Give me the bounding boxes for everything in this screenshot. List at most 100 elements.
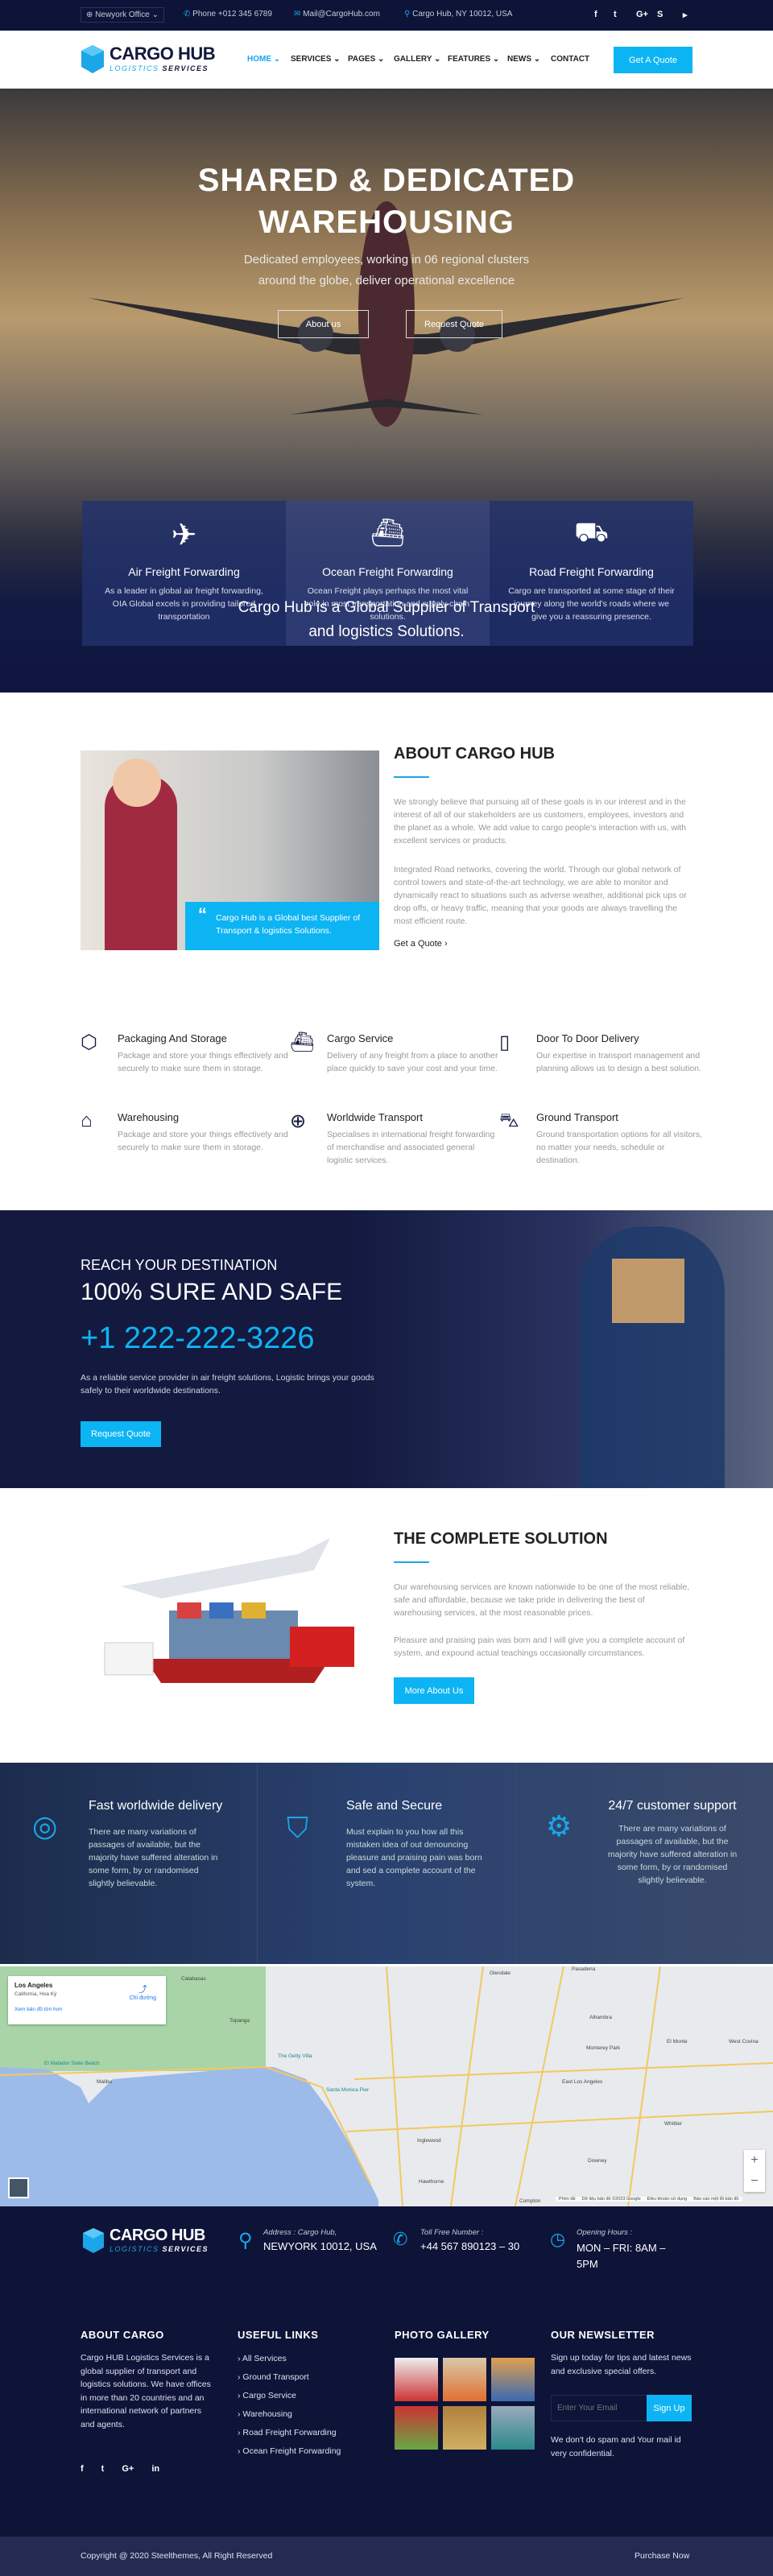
globe-icon: ◎ [32,1809,58,1842]
map-label: Alhambra [589,2015,612,2020]
youtube-icon[interactable]: ▸ [683,10,688,20]
map-label: Glendale [490,1970,511,1976]
footer-link[interactable]: › All Services [238,2350,341,2368]
twitter-icon[interactable]: t [614,10,617,19]
nav-contact[interactable]: CONTACT [551,55,589,64]
map-label: Inglewood [417,2138,441,2144]
request-quote-button[interactable]: Request Quote [406,310,502,338]
map-label: El Matador State Beach [44,2061,100,2066]
door-icon: ▯ [499,1032,511,1053]
map-info-card: Los Angeles California, Hoa Kỳ Xem bản đ… [8,1976,166,2024]
mail-icon: ✉ [294,10,301,19]
footer-link[interactable]: › Ground Transport [238,2368,341,2387]
footer-social: f t G+ in [81,2464,159,2474]
zoom-controls: + − [744,2150,765,2192]
tagline-line-1: Cargo Hub is a Global Supplier of Transp… [238,599,535,616]
about-us-button[interactable]: About us [278,310,369,338]
map-attribution: Phím tắt Dữ liệu bản đồ ©2023 Google Điều … [556,2197,742,2202]
footer-logo[interactable]: CARGO HUB LOGISTICS SERVICES [82,2227,209,2254]
cube-logo-icon [83,2228,104,2253]
request-quote-button-2[interactable]: Request Quote [81,1421,161,1447]
warehouse-icon: ⌂ [81,1110,93,1131]
parcel-box [612,1259,684,1323]
office-selector[interactable]: ⊕ Newyork Office ⌄ [81,7,164,23]
nav-news[interactable]: NEWS ⌄ [507,55,540,64]
feature-cargo-service: ⛴ Cargo Service Delivery of any freight fr… [290,1032,498,1073]
solution-text: THE COMPLETE SOLUTION Our warehousing se… [394,1530,693,1704]
sign-up-button[interactable]: Sign Up [647,2395,692,2421]
reach-phone[interactable]: +1 222-222-3226 [81,1321,315,1356]
facebook-icon[interactable]: f [81,2464,84,2474]
gallery-thumb[interactable] [443,2358,486,2401]
google-map[interactable]: Calabasas Topanga Malibu El Matador State B… [0,1966,773,2206]
gallery-thumb[interactable] [443,2406,486,2450]
support-icon: ⚙ [546,1809,573,1842]
nav-home[interactable]: HOME ⌄ [247,55,280,64]
google-plus-icon[interactable]: G+ [122,2464,134,2474]
worker-photo: “ Cargo Hub is a Global best Supplier of… [81,750,379,950]
box-icon: ⬡ [81,1032,97,1053]
map-label: Santa Monica Pier [326,2087,370,2093]
about-title: ABOUT CARGO HUB [394,745,555,763]
directions-icon: ⤴ [138,1985,147,1995]
map-label: East Los Angeles [562,2079,603,2085]
zoom-in-button[interactable]: + [744,2150,765,2171]
main-header: CARGO HUB LOGISTICS SERVICES HOME ⌄ SERVI… [0,31,773,89]
hero-subtitle-2: around the globe, deliver operational ex… [258,274,515,287]
zoom-out-button[interactable]: − [744,2171,765,2192]
twitter-icon[interactable]: t [101,2464,105,2474]
skype-icon[interactable]: S [657,10,663,19]
nav-features[interactable]: FEATURES ⌄ [448,55,499,64]
map-label: Calabasas [181,1976,206,1982]
footer-link[interactable]: › Ocean Freight Forwarding [238,2442,341,2461]
get-a-quote-link[interactable]: Get a Quote › [394,939,693,949]
view-larger-map-link[interactable]: Xem bản đồ lớn hơn [14,2007,159,2012]
clock-icon: ◷ [550,2229,566,2249]
mail-link[interactable]: ✉ Mail@CargoHub.com [294,10,380,19]
gallery-thumb[interactable] [491,2406,535,2450]
globe-truck-icon: ⊕ [290,1110,307,1132]
tagline-line-2: and logistics Solutions. [308,623,465,640]
footer: CARGO HUB LOGISTICS SERVICES ⚲ Address : … [0,2206,773,2537]
ship-icon: ⛴ [370,518,406,548]
shield-icon: ⛉ [287,1811,309,1844]
directions-button[interactable]: ⤴ Chỉ đường [130,1983,156,2001]
copyright-bar: Copyright @ 2020 Steelthemes, All Right … [0,2537,773,2576]
gallery-thumb[interactable] [395,2358,438,2401]
footer-link[interactable]: › Warehousing [238,2405,341,2424]
map-label: Compton [519,2198,541,2204]
solution-title: THE COMPLETE SOLUTION [394,1530,608,1548]
nav-gallery[interactable]: GALLERY ⌄ [394,55,440,64]
footer-link[interactable]: › Road Freight Forwarding [238,2424,341,2442]
car-icon: ⛍ [499,1110,519,1131]
feature-ground-transport: ⛍ Ground Transport Ground transportation o… [499,1110,703,1165]
map-label: Pasadena [572,1966,596,1972]
linkedin-icon[interactable]: in [151,2464,159,2474]
cube-logo-icon [81,45,104,73]
gallery-thumb[interactable] [395,2406,438,2450]
reach-section: REACH YOUR DESTINATION 100% SURE AND SAF… [0,1210,773,1488]
facebook-icon[interactable]: f [594,10,597,19]
location-icon: ⚲ [238,2230,253,2251]
promise-safe-secure: Safe and Secure Must explain to you how … [346,1799,482,1888]
get-a-quote-button[interactable]: Get A Quote [614,47,692,73]
google-plus-icon[interactable]: G+ [636,10,648,19]
gallery-thumb[interactable] [491,2358,535,2401]
promise-fast-delivery: Fast worldwide delivery There are many v… [89,1799,223,1888]
satellite-toggle[interactable] [8,2177,29,2198]
more-about-us-button[interactable]: More About Us [394,1677,474,1704]
truck-icon: ⛟ [574,517,609,548]
phone-icon: ✆ [393,2229,408,2249]
newsletter-email-input[interactable] [551,2395,647,2421]
feature-door-to-door-delivery: ▯ Door To Door Delivery Our expertise in t… [499,1032,701,1073]
hero-subtitle-1: Dedicated employees, working in 06 regio… [243,253,530,267]
feature-packaging-and-storage: ⬡ Packaging And Storage Package and store … [81,1032,288,1073]
footer-link[interactable]: › Cargo Service [238,2387,341,2405]
map-label: Topanga [229,2018,250,2024]
photo-gallery [395,2358,535,2450]
nav-pages[interactable]: PAGES ⌄ [348,55,384,64]
logo[interactable]: CARGO HUB LOGISTICS SERVICES [81,43,216,74]
nav-services[interactable]: SERVICES ⌄ [291,55,341,64]
reach-kicker: REACH YOUR DESTINATION [81,1257,278,1273]
purchase-now-link[interactable]: Purchase Now [635,2551,689,2561]
